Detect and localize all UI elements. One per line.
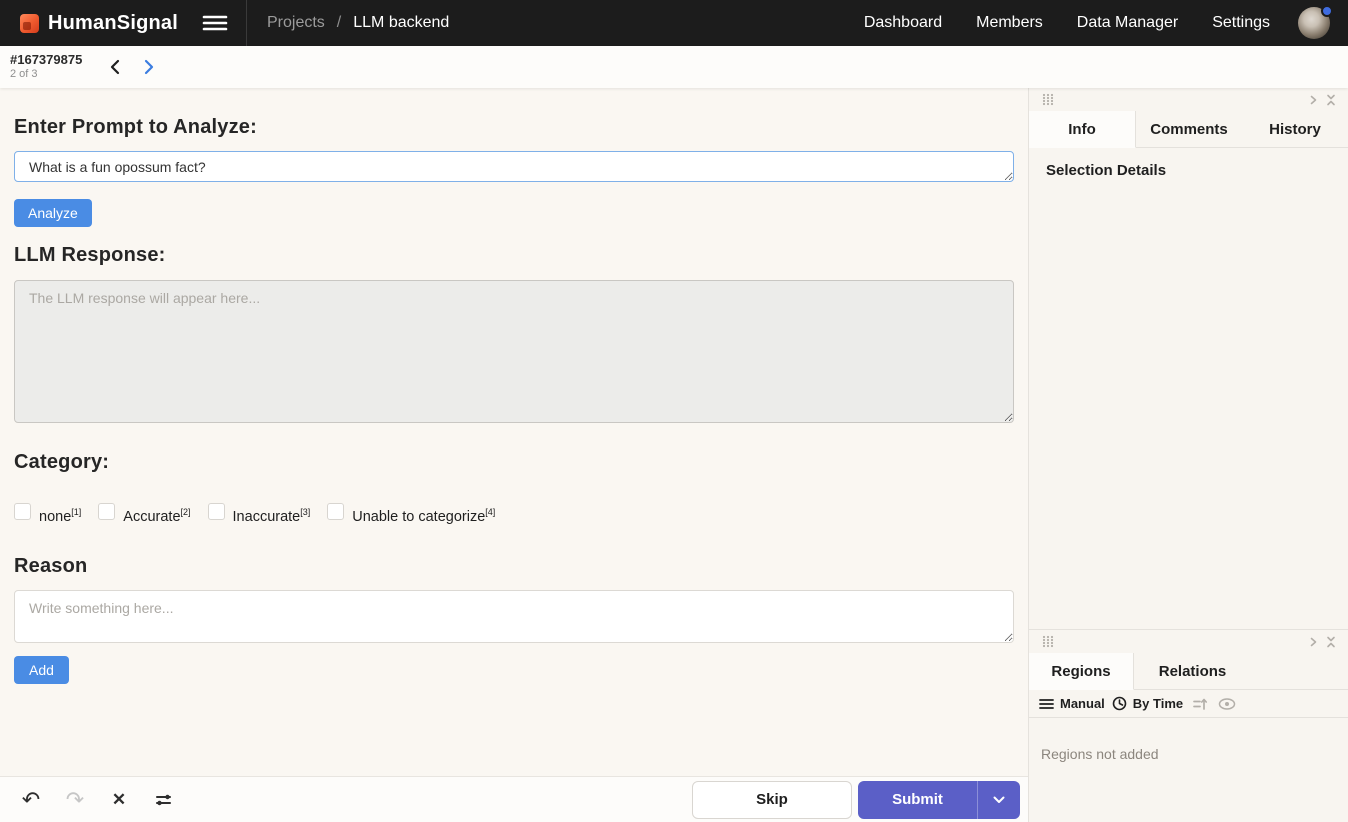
- category-label: Unable to categorize: [352, 509, 485, 525]
- skip-button[interactable]: Skip: [692, 781, 852, 819]
- llm-response-textarea: [14, 280, 1014, 423]
- reset-icon[interactable]: ✕: [102, 783, 136, 817]
- selection-details-title: Selection Details: [1046, 162, 1348, 179]
- category-checkbox-accurate[interactable]: [98, 503, 115, 520]
- llm-response-heading: LLM Response:: [14, 243, 1014, 267]
- panel-collapse-icon[interactable]: [1322, 634, 1340, 650]
- visibility-eye-icon[interactable]: [1217, 694, 1237, 714]
- regions-empty-text: Regions not added: [1041, 746, 1348, 762]
- header-nav: Dashboard Members Data Manager Settings: [864, 14, 1270, 32]
- category-option-accurate[interactable]: Accurate[2]: [98, 503, 190, 526]
- category-label: Inaccurate: [233, 509, 301, 525]
- category-heading: Category:: [14, 450, 1014, 474]
- bottom-toolbar: ↶ ↷ ✕ Skip Submit: [0, 776, 1028, 822]
- settings-sliders-icon[interactable]: [146, 783, 180, 817]
- details-panel-content: Selection Details: [1029, 148, 1348, 629]
- panel-expand-right-icon[interactable]: [1304, 92, 1322, 108]
- regions-panel-header: [1029, 630, 1348, 653]
- order-by-label: By Time: [1133, 696, 1183, 711]
- category-checkbox-inaccurate[interactable]: [208, 503, 225, 520]
- submit-button-group: Submit: [858, 781, 1020, 819]
- sort-order-icon[interactable]: [1190, 694, 1210, 714]
- details-panel-header: [1029, 88, 1348, 111]
- tab-comments[interactable]: Comments: [1136, 111, 1242, 147]
- submit-dropdown-chevron-icon[interactable]: [977, 781, 1020, 819]
- task-id: #167379875: [10, 52, 82, 68]
- previous-task-button[interactable]: [98, 50, 132, 84]
- category-label: none: [39, 509, 71, 525]
- category-options: none[1] Accurate[2] Inaccurate[3] Unable…: [14, 503, 1014, 526]
- tab-relations[interactable]: Relations: [1134, 653, 1251, 689]
- redo-icon[interactable]: ↷: [58, 783, 92, 817]
- regions-panel-content: Regions not added: [1029, 718, 1348, 822]
- drag-handle-icon[interactable]: [1039, 634, 1057, 650]
- panel-collapse-icon[interactable]: [1322, 92, 1340, 108]
- notification-badge: [1321, 5, 1333, 17]
- submit-button[interactable]: Submit: [858, 781, 977, 819]
- category-option-inaccurate[interactable]: Inaccurate[3]: [208, 503, 311, 526]
- breadcrumb-current-project: LLM backend: [353, 14, 449, 32]
- tab-history[interactable]: History: [1242, 111, 1348, 147]
- hamburger-menu-icon[interactable]: [202, 14, 228, 32]
- undo-icon[interactable]: ↶: [14, 783, 48, 817]
- task-position: 2 of 3: [10, 68, 82, 82]
- reason-heading: Reason: [14, 554, 1014, 578]
- reason-textarea[interactable]: [14, 590, 1014, 643]
- category-checkbox-none[interactable]: [14, 503, 31, 520]
- header-divider: [246, 0, 247, 46]
- category-option-unable-to-categorize[interactable]: Unable to categorize[4]: [327, 503, 495, 526]
- clock-icon: [1112, 696, 1127, 711]
- nav-data-manager[interactable]: Data Manager: [1077, 14, 1178, 32]
- regions-panel: Regions Relations Manual By Time: [1029, 630, 1348, 822]
- tab-info[interactable]: Info: [1029, 111, 1136, 148]
- category-option-none[interactable]: none[1]: [14, 503, 81, 526]
- category-hotkey: [4]: [485, 507, 495, 517]
- category-hotkey: [2]: [181, 507, 191, 517]
- tab-regions[interactable]: Regions: [1029, 653, 1134, 690]
- regions-tabs: Regions Relations: [1029, 653, 1348, 690]
- brand-name: HumanSignal: [48, 12, 178, 35]
- task-ident: #167379875 2 of 3: [10, 52, 82, 82]
- group-manual-icon: [1039, 698, 1054, 710]
- task-navigation-bar: #167379875 2 of 3: [0, 46, 1348, 88]
- group-by-label: Manual: [1060, 696, 1105, 711]
- category-label: Accurate: [123, 509, 180, 525]
- category-checkbox-unable[interactable]: [327, 503, 344, 520]
- right-sidebar: Info Comments History Selection Details: [1028, 88, 1348, 822]
- prompt-heading: Enter Prompt to Analyze:: [14, 115, 1014, 139]
- drag-handle-icon[interactable]: [1039, 92, 1057, 108]
- top-header: HumanSignal Projects / LLM backend Dashb…: [0, 0, 1348, 46]
- breadcrumb-projects-link[interactable]: Projects: [267, 14, 325, 32]
- regions-toolbar: Manual By Time: [1029, 690, 1348, 718]
- group-by-selector[interactable]: Manual: [1039, 696, 1105, 711]
- analyze-button[interactable]: Analyze: [14, 199, 92, 227]
- details-tabs: Info Comments History: [1029, 111, 1348, 148]
- user-avatar[interactable]: [1298, 7, 1330, 39]
- tabs-filler: [1251, 653, 1348, 689]
- nav-dashboard[interactable]: Dashboard: [864, 14, 942, 32]
- labeling-area: Enter Prompt to Analyze: What is a fun o…: [0, 88, 1028, 822]
- category-hotkey: [1]: [71, 507, 81, 517]
- prompt-input[interactable]: What is a fun opossum fact?: [14, 151, 1014, 182]
- humansignal-logo-icon: [20, 14, 39, 33]
- nav-settings[interactable]: Settings: [1212, 14, 1270, 32]
- details-panel: Info Comments History Selection Details: [1029, 88, 1348, 630]
- add-button[interactable]: Add: [14, 656, 69, 684]
- category-hotkey: [3]: [300, 507, 310, 517]
- brand[interactable]: HumanSignal: [20, 12, 178, 35]
- breadcrumb-separator: /: [337, 14, 341, 32]
- breadcrumb: Projects / LLM backend: [267, 14, 449, 32]
- panel-expand-right-icon[interactable]: [1304, 634, 1322, 650]
- nav-members[interactable]: Members: [976, 14, 1043, 32]
- order-by-selector[interactable]: By Time: [1112, 696, 1183, 711]
- next-task-button[interactable]: [132, 50, 166, 84]
